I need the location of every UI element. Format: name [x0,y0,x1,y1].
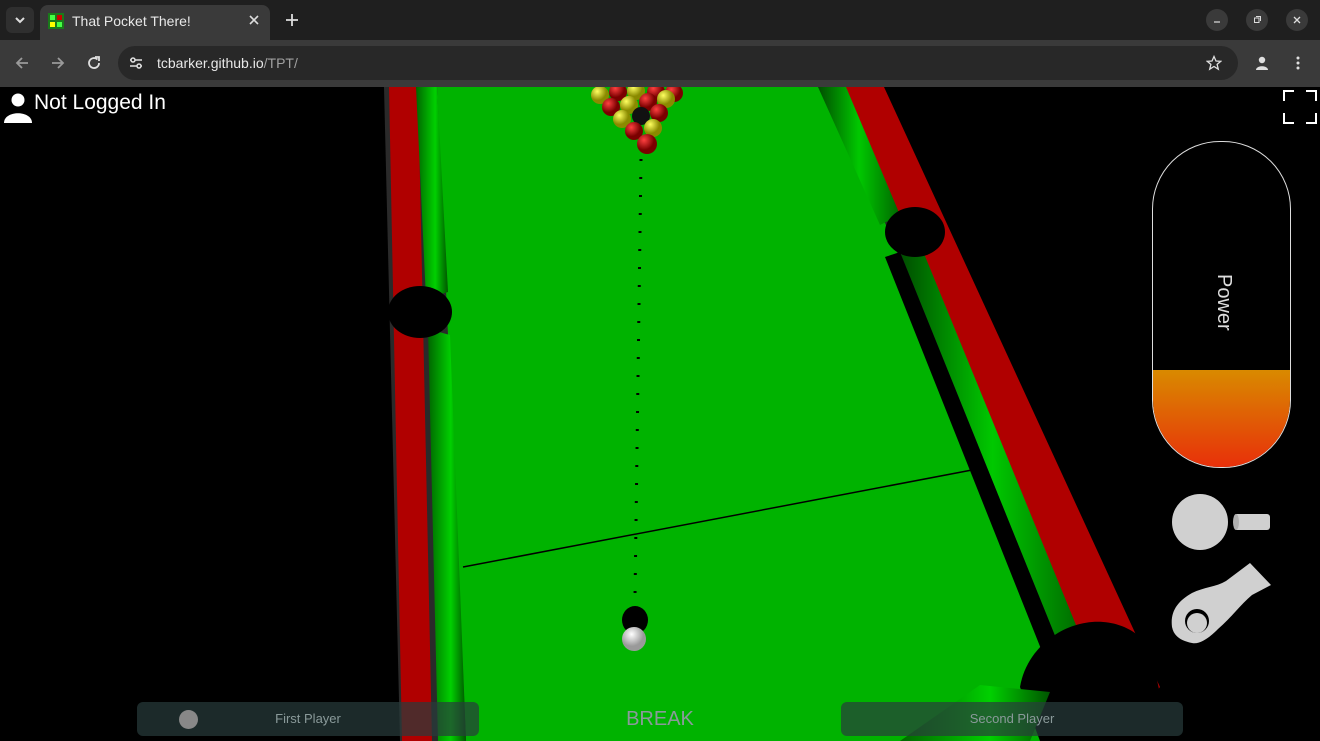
close-icon [1293,16,1301,24]
player1-panel: First Player [137,702,479,736]
player2-name: Second Player [969,711,1055,726]
bookmark-button[interactable] [1204,53,1224,73]
power-label: Power [1213,274,1235,331]
pool-table[interactable] [0,87,1320,741]
side-pocket-right [885,207,945,257]
url-host: tcbarker.github.io [157,55,264,71]
browser-menu-button[interactable] [1286,51,1310,75]
back-button[interactable] [10,51,34,75]
close-icon [249,15,259,25]
cue-ball[interactable] [622,627,646,651]
close-window-button[interactable] [1286,9,1308,31]
reload-button[interactable] [82,51,106,75]
browser-tab[interactable]: That Pocket There! [40,5,270,40]
favicon-icon [48,13,64,29]
game-status: BREAK [626,708,694,730]
player-hud: First Player BREAK Second Player [137,702,1183,736]
browser-toolbar: tcbarker.github.io/TPT/ [0,40,1320,87]
tab-list-button[interactable] [6,7,34,33]
power-level-fill [1153,369,1290,467]
hand-ball-icon[interactable] [1170,559,1274,645]
back-arrow-icon [15,57,28,69]
person-icon [4,93,32,123]
fullscreen-icon[interactable] [1283,90,1317,124]
login-status-label: Not Logged In [34,91,166,114]
forward-button[interactable] [46,51,70,75]
url-path: /TPT/ [263,55,298,71]
chevron-down-icon [15,17,25,24]
plus-icon [286,14,298,26]
minimize-button[interactable] [1206,9,1228,31]
kebab-menu-icon [1296,56,1300,70]
cue-spin-icon[interactable] [1170,492,1274,552]
new-tab-button[interactable] [280,8,304,32]
tab-strip: That Pocket There! [0,0,1320,40]
restore-button[interactable] [1246,9,1268,31]
star-icon [1206,55,1222,71]
player2-panel: Second Player [841,702,1183,736]
reload-icon [88,56,100,69]
url-text: tcbarker.github.io/TPT/ [157,55,298,71]
game-viewport[interactable]: Not Logged In Power First Player BREAK S… [0,87,1320,741]
minimize-icon [1214,21,1220,23]
tab-title: That Pocket There! [72,13,191,29]
player1-name: First Player [275,711,341,726]
restore-icon [1254,16,1261,23]
side-pocket-left [388,286,452,338]
tune-icon [130,57,142,69]
site-info-button[interactable] [126,53,146,73]
tab-close-button[interactable] [244,10,264,30]
profile-button[interactable] [1250,51,1274,75]
forward-arrow-icon [52,57,65,69]
address-bar[interactable]: tcbarker.github.io/TPT/ [118,46,1238,80]
login-status[interactable]: Not Logged In [4,91,166,125]
person-icon [1256,56,1268,70]
power-meter[interactable]: Power [1152,141,1291,468]
